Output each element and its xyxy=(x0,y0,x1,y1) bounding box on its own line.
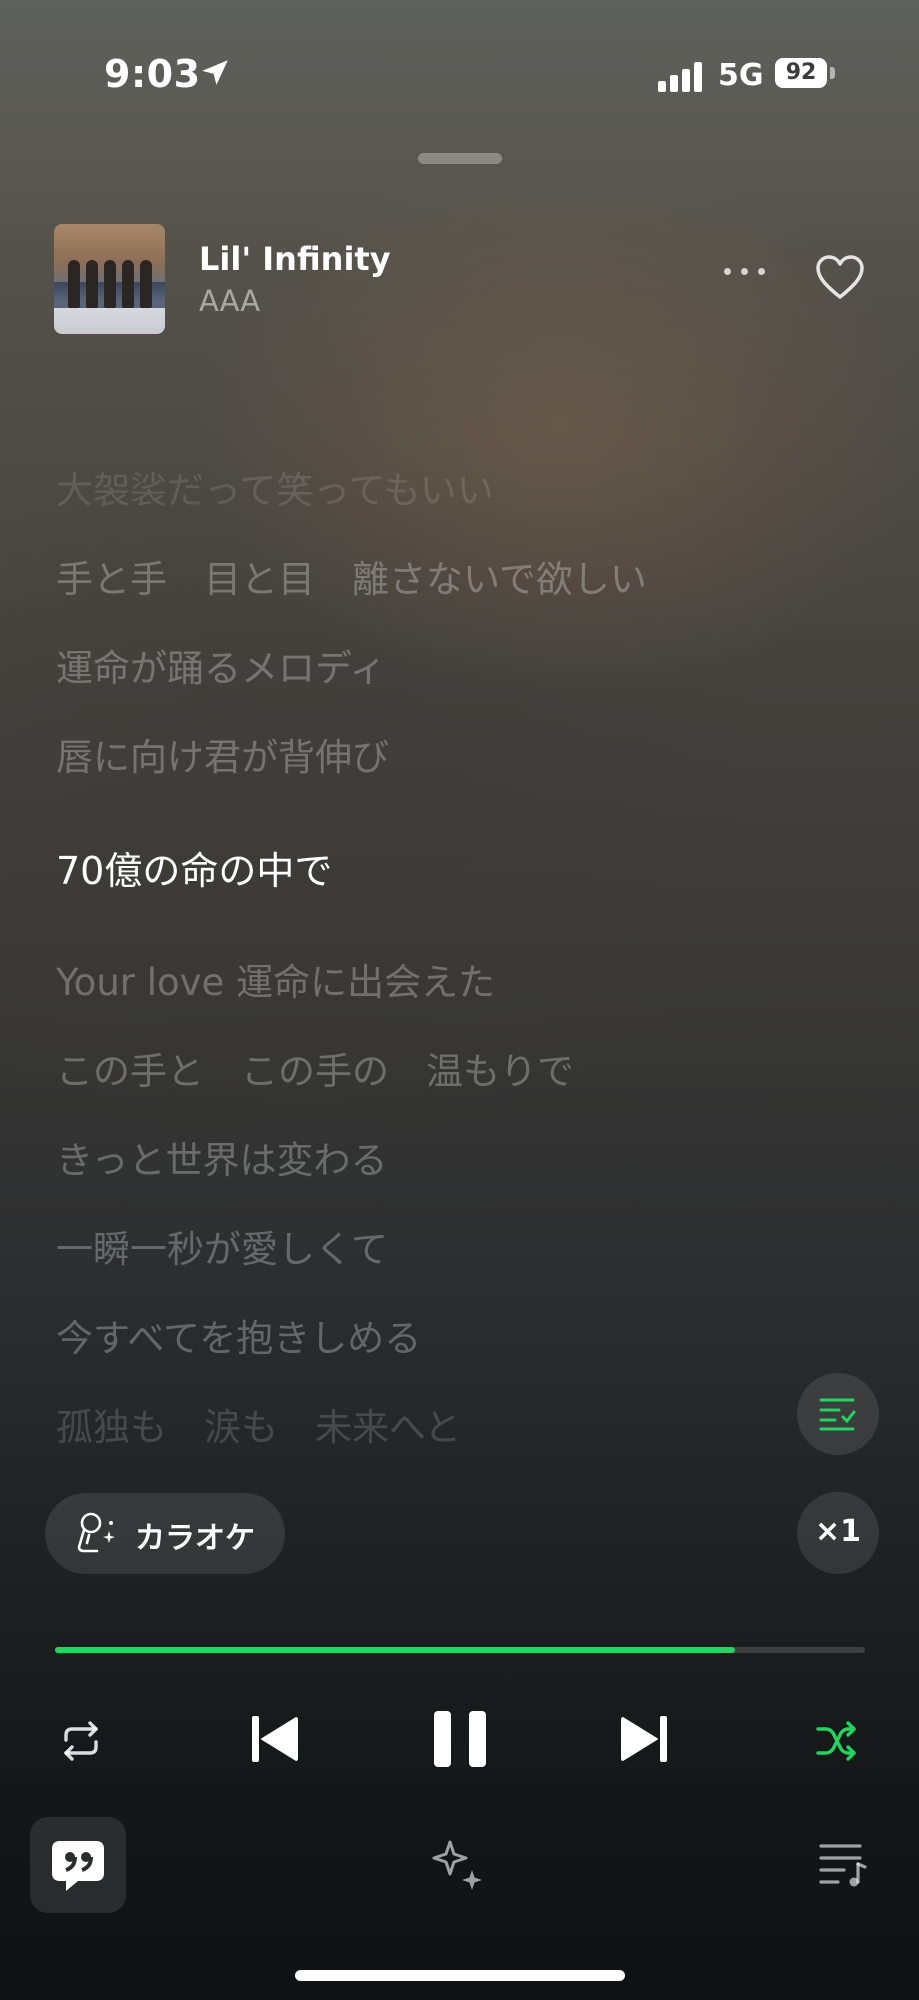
location-arrow-icon xyxy=(202,60,228,86)
lyric-line[interactable]: 運命が踊るメロディ xyxy=(56,638,386,692)
lyric-line[interactable]: 一瞬一秒が愛しくて xyxy=(56,1219,388,1273)
lyric-line[interactable]: 唇に向け君が背伸び xyxy=(56,727,389,781)
karaoke-mic-icon xyxy=(77,1512,115,1553)
lyric-line[interactable]: 手と手 目と目 離さないで欲しい xyxy=(56,549,647,603)
status-bar: 9:03 5G 92 xyxy=(0,48,919,108)
home-indicator[interactable] xyxy=(295,1970,625,1981)
playback-speed-button[interactable]: ×1 xyxy=(797,1492,879,1574)
heart-icon[interactable] xyxy=(815,255,865,301)
lyric-line[interactable]: 孤独も 涙も 未来へと xyxy=(56,1397,461,1451)
now-playing-screen: 9:03 5G 92 Lil' Infinity AAA 大袈裟だって笑ってもい… xyxy=(0,0,919,2000)
signal-icon xyxy=(658,62,702,92)
artwork-figure xyxy=(122,260,134,308)
sheet-grabber[interactable] xyxy=(418,153,502,164)
artwork-figure xyxy=(86,260,98,308)
karaoke-button[interactable]: カラオケ xyxy=(45,1493,285,1574)
progress-fill xyxy=(55,1647,736,1653)
artwork-figure xyxy=(68,260,80,308)
track-title[interactable]: Lil' Infinity xyxy=(199,240,391,278)
lyric-line[interactable]: Your love 運命に出会えた xyxy=(56,952,495,1006)
lyric-line[interactable]: きっと世界は変わる xyxy=(56,1130,388,1184)
repeat-icon[interactable] xyxy=(58,1718,104,1764)
lyrics-sync-button[interactable] xyxy=(797,1373,879,1455)
lyric-line-current[interactable]: 70億の命の中で xyxy=(56,840,332,895)
lyric-line[interactable]: 今すべてを抱きしめる xyxy=(56,1308,421,1362)
previous-icon[interactable] xyxy=(250,1713,300,1765)
progress-bar[interactable] xyxy=(55,1647,865,1653)
lyrics-sync-icon xyxy=(819,1398,856,1431)
lyrics-button[interactable] xyxy=(30,1817,126,1913)
more-icon[interactable] xyxy=(722,262,768,282)
lyric-line[interactable]: この手と この手の 温もりで xyxy=(56,1041,574,1095)
track-artist[interactable]: AAA xyxy=(199,284,260,318)
pause-icon[interactable] xyxy=(432,1710,488,1768)
queue-icon[interactable] xyxy=(818,1842,868,1888)
album-artwork[interactable] xyxy=(54,224,165,334)
next-icon[interactable] xyxy=(619,1713,669,1765)
lyric-line[interactable]: 大袈裟だって笑ってもいい xyxy=(56,460,494,514)
status-time: 9:03 xyxy=(104,52,201,96)
battery-tip xyxy=(830,67,835,79)
artwork-figure xyxy=(104,260,116,308)
playback-speed-label: ×1 xyxy=(814,1514,861,1549)
quote-icon xyxy=(52,1841,104,1891)
karaoke-label: カラオケ xyxy=(135,1521,255,1556)
artwork-figure xyxy=(140,260,152,308)
sparkle-icon[interactable] xyxy=(430,1838,486,1894)
battery-level: 92 xyxy=(775,58,827,88)
network-type: 5G xyxy=(718,58,764,93)
shuffle-icon[interactable] xyxy=(814,1718,860,1764)
